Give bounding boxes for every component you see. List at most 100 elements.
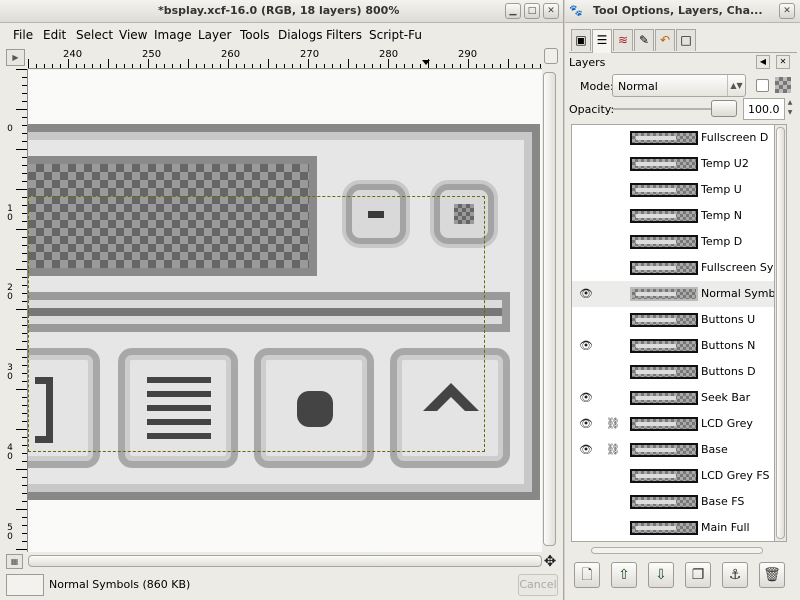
chain-link-icon[interactable] — [606, 157, 616, 171]
close-icon[interactable]: ✕ — [543, 3, 559, 19]
new-layer-icon[interactable]: 🗋 — [574, 562, 600, 588]
chain-link-icon[interactable] — [606, 287, 616, 301]
menu-script-fu[interactable]: Script-Fu — [369, 28, 422, 42]
chain-link-icon[interactable] — [606, 365, 616, 379]
menu-edit[interactable]: Edit — [43, 28, 66, 42]
visibility-eye-icon[interactable] — [578, 210, 594, 222]
layer-row[interactable]: Fullscreen Sym — [572, 255, 774, 281]
layer-row[interactable]: 👁 ⛓ Base — [572, 437, 774, 463]
layer-row[interactable]: Fullscreen D — [572, 125, 774, 151]
layer-row[interactable]: 👁 Buttons N — [572, 333, 774, 359]
opacity-slider-handle[interactable] — [711, 100, 737, 117]
image-menu-button[interactable]: ▶ — [6, 49, 25, 66]
menu-image[interactable]: Image — [154, 28, 192, 42]
chain-link-icon[interactable] — [606, 209, 616, 223]
lower-layer-icon[interactable]: ⇩ — [648, 562, 674, 588]
chain-link-icon[interactable]: ⛓ — [606, 443, 620, 457]
visibility-eye-icon[interactable] — [578, 236, 594, 248]
horizontal-scrollbar[interactable] — [28, 554, 542, 568]
undo-icon[interactable]: ↶ — [655, 29, 675, 51]
layer-row[interactable]: Buttons D — [572, 359, 774, 385]
menu-filters[interactable]: Filters — [326, 28, 362, 42]
quick-mask-icon[interactable]: ▦ — [6, 554, 23, 569]
opacity-field[interactable]: 100.0 — [743, 98, 785, 120]
unit-selector[interactable] — [6, 574, 44, 596]
vertical-ruler[interactable]: 0 1 0 2 0 3 0 4 0 5 0 — [4, 69, 28, 552]
chain-link-icon[interactable] — [606, 131, 616, 145]
panel-close-icon[interactable]: ✕ — [776, 55, 790, 69]
visibility-eye-icon[interactable] — [578, 314, 594, 326]
visibility-eye-icon[interactable] — [578, 470, 594, 482]
chain-link-icon[interactable] — [606, 391, 616, 405]
visibility-eye-icon[interactable]: 👁 — [578, 288, 594, 300]
visibility-eye-icon[interactable]: 👁 — [578, 418, 594, 430]
visibility-eye-icon[interactable]: 👁 — [578, 392, 594, 404]
delete-layer-icon[interactable]: 🗑 — [759, 562, 785, 588]
layer-row[interactable]: Buttons U — [572, 307, 774, 333]
visibility-eye-icon[interactable] — [578, 496, 594, 508]
chain-link-icon[interactable] — [606, 521, 616, 535]
chain-link-icon[interactable] — [606, 183, 616, 197]
layer-row[interactable]: Temp U — [572, 177, 774, 203]
layer-row[interactable]: Main Full — [572, 515, 774, 541]
paths-icon[interactable]: ✎ — [634, 29, 654, 51]
opacity-spin-icon[interactable]: ▲ ▼ — [785, 98, 795, 120]
panel-menu-icon[interactable]: ◀ — [756, 55, 770, 69]
tool-options-icon[interactable]: ▣ — [571, 29, 591, 51]
navigate-icon[interactable]: ✥ — [542, 554, 558, 570]
visibility-eye-icon[interactable] — [578, 262, 594, 274]
menu-dialogs[interactable]: Dialogs — [278, 28, 322, 42]
visibility-eye-icon[interactable] — [578, 184, 594, 196]
zoom-lock-button[interactable] — [544, 48, 558, 64]
layer-list-scrollbar-thumb[interactable] — [776, 127, 785, 539]
lock-alpha-checkbox[interactable] — [756, 79, 769, 92]
layer-list[interactable]: Fullscreen D Temp U2 Temp U Temp N Temp D Ful… — [571, 124, 775, 542]
chain-link-icon[interactable] — [606, 469, 616, 483]
chain-link-icon[interactable] — [606, 235, 616, 249]
minimize-icon[interactable]: ▁ — [505, 3, 521, 19]
menu-select[interactable]: Select — [76, 28, 113, 42]
horizontal-ruler[interactable]: 240 250 260 270 280 290 — [28, 48, 542, 69]
layer-list-hscrollbar-thumb[interactable] — [591, 547, 763, 554]
chain-link-icon[interactable] — [606, 339, 616, 353]
image-canvas[interactable] — [28, 70, 542, 552]
duplicate-layer-icon[interactable]: ❐ — [685, 562, 711, 588]
layer-row[interactable]: 👁 Seek Bar — [572, 385, 774, 411]
visibility-eye-icon[interactable] — [578, 132, 594, 144]
layer-row[interactable]: 👁 Normal Symbols — [572, 281, 774, 307]
layer-row[interactable]: Temp U2 — [572, 151, 774, 177]
chain-link-icon[interactable] — [606, 313, 616, 327]
maximize-icon[interactable]: □ — [524, 3, 540, 19]
close-icon[interactable]: ✕ — [779, 3, 795, 19]
visibility-eye-icon[interactable] — [578, 522, 594, 534]
layer-list-scrollbar[interactable] — [775, 124, 787, 542]
menu-view[interactable]: View — [119, 28, 147, 42]
chain-link-icon[interactable] — [606, 261, 616, 275]
raise-layer-icon[interactable]: ⇧ — [611, 562, 637, 588]
mode-select[interactable]: Normal ▲▼ — [612, 74, 746, 97]
dock-titlebar[interactable]: 🐾 Tool Options, Layers, Cha... ✕ — [565, 0, 800, 23]
menu-file[interactable]: File — [13, 28, 33, 42]
layer-row[interactable]: 👁 ⛓ LCD Grey — [572, 411, 774, 437]
visibility-eye-icon[interactable]: 👁 — [578, 444, 594, 456]
image-icon[interactable]: □ — [676, 29, 696, 51]
layer-list-hscrollbar[interactable] — [571, 544, 787, 556]
menu-layer[interactable]: Layer — [198, 28, 231, 42]
vertical-scrollbar-thumb[interactable] — [543, 72, 556, 546]
visibility-eye-icon[interactable] — [578, 366, 594, 378]
vertical-scrollbar[interactable] — [543, 68, 557, 550]
layer-row[interactable]: Temp D — [572, 229, 774, 255]
layer-row[interactable]: LCD Grey FS — [572, 463, 774, 489]
layer-row[interactable]: Temp N — [572, 203, 774, 229]
image-window-titlebar[interactable]: *bsplay.xcf-16.0 (RGB, 18 layers) 800% ▁… — [0, 0, 563, 23]
cancel-button[interactable]: Cancel — [518, 574, 558, 596]
chain-link-icon[interactable]: ⛓ — [606, 417, 620, 431]
menu-tools[interactable]: Tools — [240, 28, 270, 42]
chain-link-icon[interactable] — [606, 495, 616, 509]
channels-icon[interactable]: ≋ — [613, 29, 633, 51]
horizontal-scrollbar-thumb[interactable] — [28, 555, 542, 567]
layers-icon[interactable]: ☰ — [592, 29, 612, 53]
visibility-eye-icon[interactable]: 👁 — [578, 340, 594, 352]
layer-row[interactable]: Base FS — [572, 489, 774, 515]
anchor-layer-icon[interactable]: ⚓ — [722, 562, 748, 588]
